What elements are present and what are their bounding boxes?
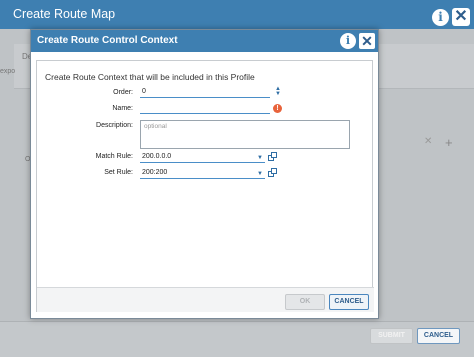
description-textarea[interactable]: optional: [140, 120, 350, 149]
name-label: Name:: [112, 105, 133, 112]
name-input[interactable]: [140, 102, 270, 114]
warning-icon: !: [273, 104, 282, 113]
dropdown-caret-icon[interactable]: ▼: [257, 171, 263, 177]
ok-button[interactable]: OK: [285, 294, 325, 310]
info-icon[interactable]: i: [340, 33, 356, 49]
modal-title: Create Route Control Context: [37, 35, 178, 46]
modal-footer: OK CANCEL: [37, 287, 374, 312]
outer-fragment-exp: expo: [0, 68, 16, 75]
outer-dialog-header: Create Route Map i ✕: [0, 0, 474, 29]
copy-link-icon[interactable]: [268, 152, 278, 162]
copy-link-icon[interactable]: [268, 168, 278, 178]
modal-header: Create Route Control Context i ✕: [31, 30, 378, 52]
plus-icon[interactable]: +: [445, 135, 453, 150]
outer-cancel-button[interactable]: CANCEL: [417, 328, 460, 344]
submit-button[interactable]: SUBMIT: [370, 328, 413, 344]
order-input[interactable]: 0: [140, 86, 270, 98]
modal-panel: Create Route Context that will be includ…: [36, 60, 374, 312]
dropdown-caret-icon[interactable]: ▼: [257, 155, 263, 161]
order-label: Order:: [113, 89, 133, 96]
info-icon[interactable]: i: [432, 9, 449, 26]
set-rule-select[interactable]: 200:200: [140, 167, 265, 179]
match-rule-label: Match Rule:: [95, 153, 133, 160]
close-icon[interactable]: ✕: [359, 33, 375, 49]
modal-description: Create Route Context that will be includ…: [45, 72, 255, 82]
outer-dialog-title: Create Route Map: [13, 7, 116, 21]
remove-icon[interactable]: ✕: [424, 136, 432, 147]
cancel-button[interactable]: CANCEL: [329, 294, 369, 310]
spinner-icon[interactable]: ▲ ▼: [274, 86, 282, 97]
match-rule-select[interactable]: 200.0.0.0: [140, 151, 265, 163]
close-icon[interactable]: ✕: [452, 8, 470, 26]
description-label: Description:: [96, 122, 133, 129]
set-rule-label: Set Rule:: [104, 169, 133, 176]
route-control-context-modal: Create Route Control Context i ✕ Create …: [30, 29, 379, 319]
